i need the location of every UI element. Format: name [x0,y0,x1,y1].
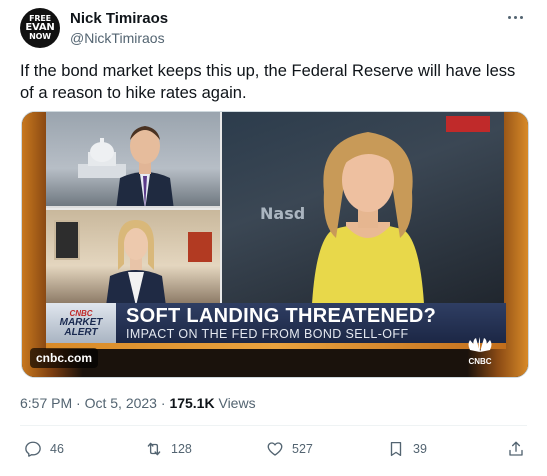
avatar[interactable]: FREE EVAN NOW [20,8,60,48]
reply-button[interactable]: 46 [24,440,64,458]
alert-line2: ALERT [64,326,98,338]
meta-separator: · [76,395,81,411]
share-icon [509,441,523,456]
bookmark-count: 39 [413,442,427,456]
lower-third-strip [46,343,506,349]
cnbc-logo-text: CNBC [468,357,491,366]
views-count: 175.1K [169,395,215,411]
tweet-date[interactable]: Oct 5, 2023 [85,395,157,411]
guest-panel-bottom [46,210,220,303]
anchor-woman-image [312,132,424,303]
share-button[interactable] [507,440,525,458]
retweet-button[interactable]: 128 [145,440,192,458]
meta-separator: · [160,395,166,411]
avatar-text-line3: NOW [29,32,51,41]
author-handle[interactable]: @NickTimiraos [70,30,165,46]
tweet-text: If the bond market keeps this up, the Fe… [20,62,516,102]
avatar-logo: FREE EVAN NOW [25,15,54,41]
wall-picture [54,220,80,260]
guest-panel-top [46,112,220,208]
divider [20,425,527,426]
market-alert-box: CNBC MARKET ALERT [46,303,116,343]
cnbc-peacock-icon: CNBC [468,337,492,366]
guest-woman-image [106,220,166,303]
like-count: 527 [292,442,313,456]
lower-third-subheadline: IMPACT ON THE FED FROM BOND SELL-OFF [126,327,409,341]
author-name[interactable]: Nick Timiraos [70,10,168,27]
wall-art [188,232,212,262]
video-frame: Nasd CNBC MARKET ALERT SOFT LANDING THRE… [22,112,528,377]
tweet-meta: 6:57 PM · Oct 5, 2023 · 175.1K Views [20,395,256,411]
bookmark-icon [390,441,402,457]
anchor-panel: Nasd [222,112,504,303]
bookmark-button[interactable]: 39 [387,440,427,458]
reply-icon [25,441,41,457]
tweet-card: FREE EVAN NOW Nick Timiraos @NickTimirao… [0,0,547,476]
lower-third-banner: CNBC MARKET ALERT SOFT LANDING THREATENE… [46,303,506,343]
alert-line1: MARKET [59,316,103,328]
retweet-count: 128 [171,442,192,456]
more-icon[interactable] [505,12,525,22]
like-icon [267,442,283,456]
like-button[interactable]: 527 [266,440,313,458]
retweet-icon [147,442,161,456]
background-text: Nasd [260,204,306,223]
reply-count: 46 [50,442,64,456]
background-sign [446,116,490,132]
tweet-media[interactable]: Nasd CNBC MARKET ALERT SOFT LANDING THRE… [21,111,529,378]
views-label: Views [218,395,256,411]
guest-man-image [116,126,174,206]
tweet-time[interactable]: 6:57 PM [20,395,72,411]
lower-third-headline: SOFT LANDING THREATENED? [126,305,437,327]
media-source-badge[interactable]: cnbc.com [30,348,99,368]
